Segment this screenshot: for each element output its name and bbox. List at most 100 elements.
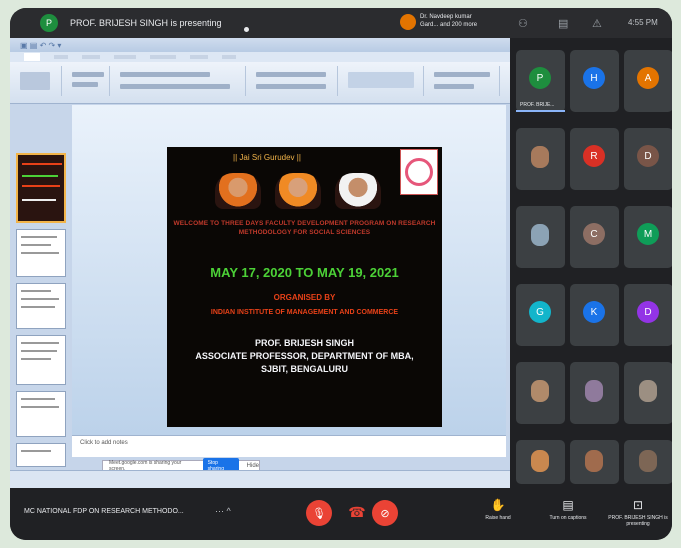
slide-thumbnail[interactable] [16,153,66,223]
participant-tile[interactable]: R [570,128,619,190]
ppt-tab[interactable] [222,55,236,59]
slide-thumbnail[interactable] [16,391,66,437]
ribbon-group [250,66,338,96]
participant-avatar: G [529,301,551,323]
ppt-tab[interactable] [54,55,68,59]
paragraph-buttons[interactable] [256,84,326,89]
shapes-gallery[interactable] [348,72,414,88]
editing-buttons[interactable] [434,72,490,77]
people-icon[interactable]: ⚇ [518,17,528,30]
ppt-quick-access: ▣ ▤ ↶ ↷ ▾ [20,40,62,50]
meet-controls-bar: MC NATIONAL FDP ON RESEARCH METHODO... ⋯… [10,488,672,540]
speaker-name: PROF. BRIJESH SINGH [254,338,355,348]
clock: 4:55 PM [628,18,658,27]
guru-photo [215,173,261,209]
slide-thumbnail[interactable] [16,229,66,277]
thumb-line [21,252,59,254]
hand-icon: ✋ [490,498,506,512]
participant-avatar: D [637,145,659,167]
participant-tile[interactable] [516,206,565,268]
participant-tile[interactable]: D [624,284,672,346]
speaker-designation: ASSOCIATE PROFESSOR, DEPARTMENT OF MBA, [195,351,414,361]
participant-avatar: K [583,301,605,323]
thumb-line [21,306,55,308]
activities-icon[interactable]: ⚠ [592,17,602,30]
participant-tile[interactable]: H [570,50,619,112]
joined-label: Dr. Navdeep kumar Gard... and 200 more [420,14,478,28]
participant-video [531,450,549,472]
participant-video [531,380,549,402]
thumb-line [22,175,58,177]
raise-hand-button[interactable]: ✋ Raise hand [468,498,528,521]
thumb-line [21,236,57,238]
participant-tile[interactable] [570,362,619,424]
font-format-buttons[interactable] [120,84,230,89]
slide-thumbnail[interactable] [16,443,66,467]
meeting-details-chevron-icon[interactable]: ⋯ ^ [215,506,231,517]
ppt-tab[interactable] [82,55,100,59]
present-icon: ⊡ [632,498,644,512]
thumb-line [21,298,59,300]
chat-icon[interactable]: ▤ [558,17,568,30]
presentation-bar: P PROF. BRIJESH SINGH is presenting Dr. … [10,8,672,38]
slide-gurudev-text: || Jai Sri Gurudev || [233,153,301,162]
slide-thumbnail[interactable] [16,335,66,385]
participant-tile[interactable]: K [570,284,619,346]
logo-ring [405,158,433,186]
participant-tile[interactable] [516,128,565,190]
participant-name: PROF. BRIJE... [520,102,555,108]
participant-tile[interactable]: P PROF. BRIJE... [516,50,565,112]
meeting-name[interactable]: MC NATIONAL FDP ON RESEARCH METHODO... [24,508,184,515]
presenting-button[interactable]: ⊡ PROF. BRIJESH SINGH is presenting [608,498,668,527]
participant-avatar: H [583,67,605,89]
hide-notification-button[interactable]: Hide [247,463,259,469]
thumb-line [22,163,62,165]
ribbon-control[interactable] [72,82,98,87]
institute-logo [400,149,438,195]
presenting-label: PROF. BRIJESH SINGH is presenting [70,18,222,28]
presenting-label-bottom: PROF. BRIJESH SINGH is presenting [608,515,668,527]
participant-tile[interactable]: D [624,128,672,190]
speaker-college: SJBIT, BENGALURU [260,364,348,374]
notes-pane[interactable]: Click to add notes [72,435,506,457]
thumb-line [21,358,51,360]
ppt-tab[interactable] [24,53,40,61]
participant-tile[interactable]: C [570,206,619,268]
slide-institute: INDIAN INSTITUTE OF MANAGEMENT AND COMME… [210,309,399,316]
ppt-tab[interactable] [190,55,208,59]
participant-tile[interactable]: M [624,206,672,268]
ribbon-group [428,66,500,96]
participant-tile[interactable] [570,440,619,484]
slide-thumbnail[interactable] [16,283,66,329]
slide-speaker: PROF. BRIJESH SINGH ASSOCIATE PROFESSOR,… [167,337,442,376]
leave-call-button[interactable]: ☎ [345,502,369,522]
captions-icon: ▤ [562,498,574,512]
thumb-line [21,244,51,246]
ppt-tab[interactable] [150,55,176,59]
participant-avatar: C [583,223,605,245]
editing-buttons[interactable] [434,84,474,89]
ppt-tab[interactable] [114,55,136,59]
participant-tile[interactable] [624,362,672,424]
raise-hand-label: Raise hand [485,515,511,521]
thumb-line [21,406,59,408]
slide-dates: MAY 17, 2020 TO MAY 19, 2021 [210,265,399,280]
ppt-ribbon [10,62,510,104]
participant-video [531,146,549,168]
participant-tile[interactable] [624,440,672,484]
slide-organised-by: ORGANISED BY [273,293,336,302]
font-box[interactable] [120,72,210,77]
captions-label: Turn on captions [549,515,587,521]
participant-tile[interactable] [516,362,565,424]
thumb-line [22,185,60,187]
camera-off-button[interactable]: ⊘ [372,500,398,526]
ribbon-control[interactable] [72,72,104,77]
joined-avatar [400,14,416,30]
participant-tile[interactable]: A [624,50,672,112]
participant-tile[interactable]: G [516,284,565,346]
paragraph-buttons[interactable] [256,72,326,77]
mic-off-button[interactable]: 🎙 [306,500,332,526]
paste-button[interactable] [20,72,50,90]
captions-button[interactable]: ▤ Turn on captions [538,498,598,521]
participant-tile[interactable] [516,440,565,484]
